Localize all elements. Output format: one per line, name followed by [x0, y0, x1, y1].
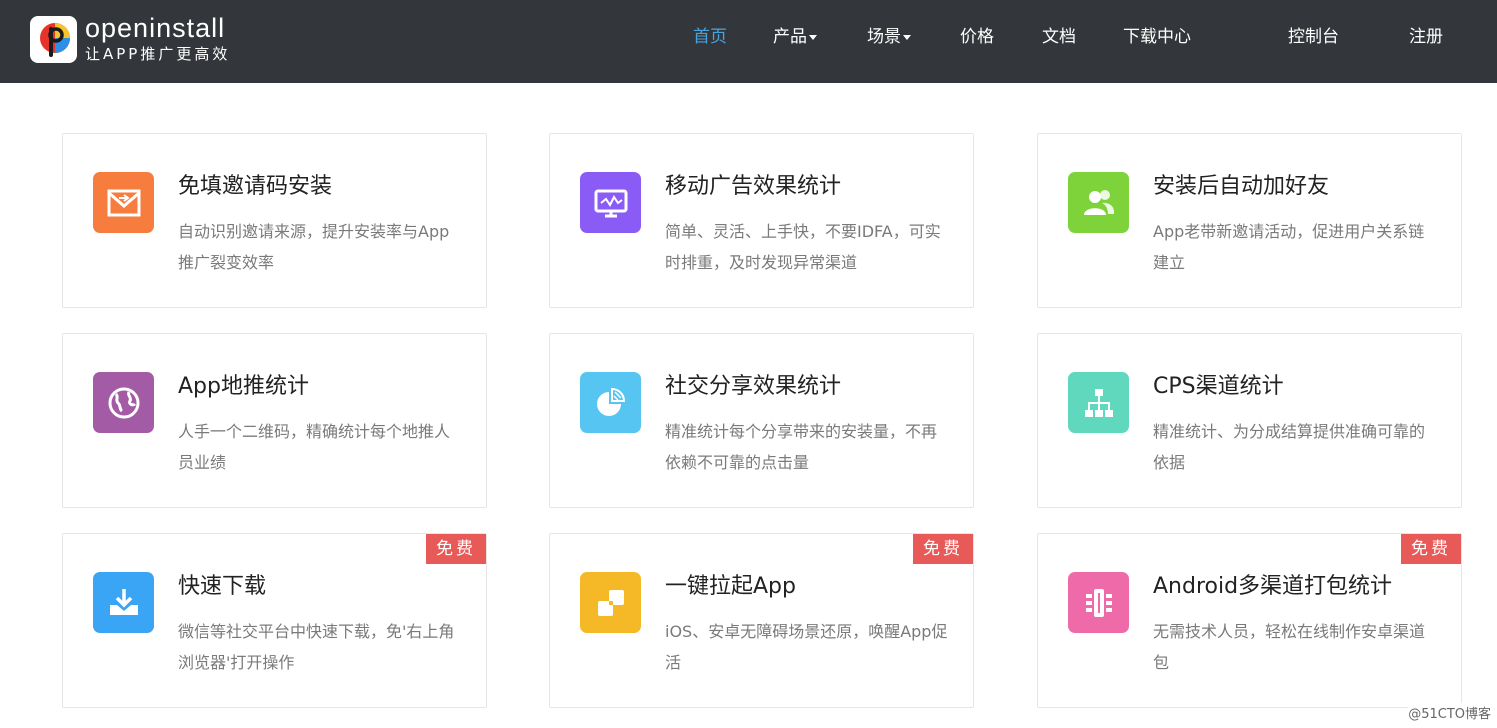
users-icon: [1068, 172, 1129, 233]
card-description: App老带新邀请活动，促进用户关系链建立: [1153, 222, 1425, 272]
nav-pricing[interactable]: 价格: [960, 26, 994, 48]
card-title: 快速下载: [178, 574, 267, 599]
console-link[interactable]: 控制台: [1288, 26, 1339, 48]
card-description: 无需技术人员，轻松在线制作安卓渠道包: [1153, 622, 1426, 672]
nav-products[interactable]: 产品: [773, 26, 817, 48]
card-title: 社交分享效果统计: [665, 374, 842, 399]
card-title: CPS渠道统计: [1153, 374, 1284, 399]
nav-docs[interactable]: 文档: [1042, 26, 1076, 48]
feature-card-auto-friend[interactable]: 安装后自动加好友 App老带新邀请活动，促进用户关系链建立: [1037, 133, 1462, 308]
card-title: 安装后自动加好友: [1153, 174, 1330, 199]
nav-label: 价格: [960, 27, 994, 47]
feature-card-fast-download[interactable]: 免费 快速下载 微信等社交平台中快速下载，免'右上角浏览器'打开操作: [62, 533, 487, 708]
feature-card-android-packaging[interactable]: 免费 Android多渠道打包统计 无需技术人员，轻松在线制作安卓渠道包: [1037, 533, 1462, 708]
pie-chart-icon: [580, 372, 641, 433]
feature-card-social-share[interactable]: 社交分享效果统计 精准统计每个分享带来的安装量，不再依赖不可靠的点击量: [549, 333, 974, 508]
card-title: App地推统计: [178, 374, 309, 399]
card-description: 自动识别邀请来源，提升安装率与App推广裂变效率: [178, 222, 450, 272]
nav-home[interactable]: 首页: [693, 26, 727, 48]
card-description: iOS、安卓无障碍场景还原，唤醒App促活: [665, 622, 948, 672]
monitor-chart-icon: [580, 172, 641, 233]
free-badge: 免费: [1401, 534, 1461, 564]
card-title: 一键拉起App: [665, 574, 796, 599]
nav-label: 文档: [1042, 27, 1076, 47]
feature-card-ad-stats[interactable]: 移动广告效果统计 简单、灵活、上手快，不要IDFA，可实时排重，及时发现异常渠道: [549, 133, 974, 308]
squares-icon: [580, 572, 641, 633]
nav-label: 产品: [773, 27, 807, 47]
envelope-icon: [93, 172, 154, 233]
card-description: 精准统计每个分享带来的安装量，不再依赖不可靠的点击量: [665, 422, 938, 472]
org-chart-icon: [1068, 372, 1129, 433]
package-icon: [1068, 572, 1129, 633]
download-icon: [93, 572, 154, 633]
globe-icon: [93, 372, 154, 433]
register-link[interactable]: 注册: [1409, 26, 1443, 48]
card-description: 简单、灵活、上手快，不要IDFA，可实时排重，及时发现异常渠道: [665, 222, 941, 272]
card-description: 人手一个二维码，精确统计每个地推人员业绩: [178, 422, 451, 472]
caret-down-icon: [809, 34, 817, 40]
card-title: Android多渠道打包统计: [1153, 574, 1393, 599]
openinstall-logo-icon: [30, 15, 77, 63]
top-navbar: openinstall 让APP推广更高效 首页 产品 场景 价格 文档 下载中…: [0, 0, 1497, 83]
card-description: 精准统计、为分成结算提供准确可靠的依据: [1153, 422, 1426, 472]
feature-card-one-click-launch[interactable]: 免费 一键拉起App iOS、安卓无障碍场景还原，唤醒App促活: [549, 533, 974, 708]
card-title: 移动广告效果统计: [665, 174, 842, 199]
nav-label: 场景: [867, 27, 901, 47]
logo-name: openinstall: [85, 12, 226, 43]
free-badge: 免费: [426, 534, 486, 564]
feature-card-cps[interactable]: CPS渠道统计 精准统计、为分成结算提供准确可靠的依据: [1037, 333, 1462, 508]
nav-scenes[interactable]: 场景: [867, 26, 911, 48]
feature-card-ground-promotion[interactable]: App地推统计 人手一个二维码，精确统计每个地推人员业绩: [62, 333, 487, 508]
card-description: 微信等社交平台中快速下载，免'右上角浏览器'打开操作: [178, 622, 455, 672]
site-logo[interactable]: openinstall 让APP推广更高效: [30, 13, 270, 65]
nav-label: 下载中心: [1123, 27, 1191, 47]
caret-down-icon: [903, 34, 911, 40]
logo-slogan: 让APP推广更高效: [85, 44, 231, 63]
watermark: @51CTO博客: [1408, 703, 1491, 722]
nav-label: 首页: [693, 27, 727, 47]
card-title: 免填邀请码安装: [178, 174, 333, 199]
nav-download-center[interactable]: 下载中心: [1123, 26, 1191, 48]
free-badge: 免费: [913, 534, 973, 564]
feature-card-invite-install[interactable]: 免填邀请码安装 自动识别邀请来源，提升安装率与App推广裂变效率: [62, 133, 487, 308]
